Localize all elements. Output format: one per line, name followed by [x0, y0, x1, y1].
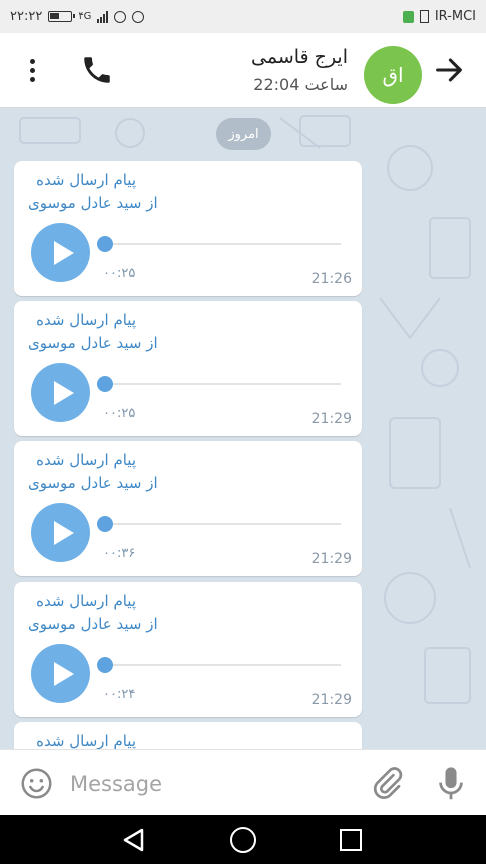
background-pattern [379, 145, 471, 704]
sim-slot-icon [419, 10, 429, 23]
clock: ۲۲:۲۲ [10, 9, 43, 24]
attach-icon[interactable] [370, 766, 404, 800]
play-icon[interactable] [31, 503, 90, 562]
seek-handle[interactable] [97, 516, 113, 532]
alarm-icon [114, 10, 127, 23]
play-icon[interactable] [31, 223, 90, 282]
voice-duration: ۰۰:۲۴ [103, 687, 136, 702]
message-time: 21:29 [311, 692, 352, 708]
voice-message[interactable]: پیام ارسال شده از سید عادل موسوی ۰۰:۳۶ 2… [14, 441, 362, 576]
voice-message[interactable]: پیام ارسال شده از سید عادل موسوی ۰۰:۲۴ 2… [14, 582, 362, 717]
voice-duration: ۰۰:۳۶ [103, 546, 136, 561]
voice-duration: ۰۰:۲۵ [103, 266, 136, 281]
back-arrow-icon[interactable] [432, 53, 466, 87]
voice-message[interactable]: پیام ارسال شده [14, 722, 362, 749]
wifi-icon [132, 10, 145, 23]
carrier-name: IR-MCI [434, 9, 476, 24]
seek-handle[interactable] [97, 236, 113, 252]
background-pattern-top [19, 115, 351, 149]
avatar-initials: اق [382, 63, 404, 87]
message-time: 21:29 [311, 411, 352, 427]
forward-label: پیام ارسال شده [36, 592, 136, 610]
play-icon[interactable] [31, 363, 90, 422]
voice-message[interactable]: پیام ارسال شده از سید عادل موسوی ۰۰:۲۵ 2… [14, 301, 362, 436]
last-seen-status: ساعت 22:04 [253, 75, 348, 94]
status-bar: ۲۲:۲۲ ۴G IR-MCI [0, 0, 486, 33]
signal-icon [97, 10, 109, 23]
nav-recents-icon[interactable] [340, 829, 362, 851]
seek-bar[interactable] [105, 383, 341, 385]
chat-area[interactable]: امروز پیام ارسال شده از سید عادل موسوی ۰… [0, 108, 486, 749]
message-composer [0, 749, 486, 815]
system-navigation-bar [0, 815, 486, 864]
avatar[interactable]: اق [364, 46, 422, 104]
seek-handle[interactable] [97, 376, 113, 392]
date-separator: امروز [216, 118, 271, 150]
forward-label: پیام ارسال شده [36, 451, 136, 469]
forward-source[interactable]: از سید عادل موسوی [28, 615, 158, 633]
status-right: IR-MCI [402, 9, 476, 24]
mic-icon[interactable] [437, 766, 465, 802]
menu-icon[interactable] [22, 55, 42, 85]
seek-handle[interactable] [97, 657, 113, 673]
network-type: ۴G [78, 11, 92, 22]
forward-label: پیام ارسال شده [36, 732, 136, 749]
sim-icon [402, 10, 414, 23]
forward-source[interactable]: از سید عادل موسوی [28, 194, 158, 212]
phone-icon[interactable] [80, 53, 114, 87]
forward-source[interactable]: از سید عادل موسوی [28, 474, 158, 492]
play-icon[interactable] [31, 644, 90, 703]
message-input[interactable] [70, 768, 350, 800]
message-time: 21:29 [311, 551, 352, 567]
seek-bar[interactable] [105, 523, 341, 525]
forward-label: پیام ارسال شده [36, 311, 136, 329]
seek-bar[interactable] [105, 243, 341, 245]
battery-icon [48, 11, 76, 22]
nav-home-icon[interactable] [230, 827, 256, 853]
chat-header: ایرج قاسمی ساعت 22:04 اق [0, 33, 486, 108]
voice-duration: ۰۰:۲۵ [103, 406, 136, 421]
emoji-icon[interactable] [20, 767, 53, 800]
forward-source[interactable]: از سید عادل موسوی [28, 334, 158, 352]
nav-back-icon[interactable] [120, 827, 148, 853]
voice-message[interactable]: پیام ارسال شده از سید عادل موسوی ۰۰:۲۵ 2… [14, 161, 362, 296]
contact-name[interactable]: ایرج قاسمی [251, 46, 348, 68]
seek-bar[interactable] [105, 664, 341, 666]
message-time: 21:26 [311, 271, 352, 287]
forward-label: پیام ارسال شده [36, 171, 136, 189]
status-left: ۲۲:۲۲ ۴G [10, 9, 145, 24]
